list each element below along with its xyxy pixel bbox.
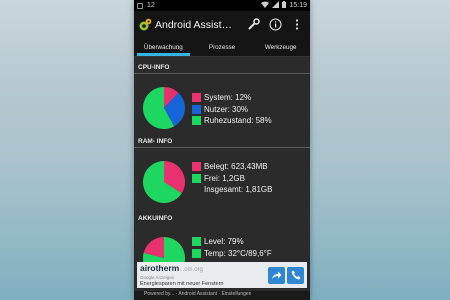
belegt-swatch (192, 162, 201, 172)
ad-open-button[interactable] (268, 266, 285, 284)
ad-brand: airotherm...om.org (140, 263, 203, 274)
clock: 15:19 (289, 2, 307, 9)
ram-info-header: RAM- INFO (134, 136, 310, 148)
legend-item-temp: Temp: 32°C/89,6°F (192, 248, 272, 260)
nutzer-swatch (192, 104, 201, 114)
tab-prozesse[interactable]: Prozesse (193, 38, 252, 56)
legend-item-ruhezustand: Ruhezustand: 58% (192, 115, 272, 127)
info-icon[interactable] (266, 16, 284, 34)
legend-item-system: System: 12% (192, 92, 272, 104)
frei-swatch (192, 173, 201, 183)
ram-info-section: Belegt: 623,43MB Frei: 1,2GB Insgesamt: … (134, 148, 310, 212)
action-bar: Android Assist… (134, 11, 310, 38)
phone-screen: 12 15:19 Android Assist… Überwachung Pro… (134, 0, 310, 300)
level-swatch (192, 237, 201, 247)
overflow-menu-icon[interactable] (288, 16, 306, 34)
cpu-legend: System: 12% Nutzer: 30% Ruhezustand: 58% (192, 92, 272, 127)
tab-werkzeuge[interactable]: Werkzeuge (251, 38, 310, 56)
wifi-icon (261, 1, 270, 10)
ram-legend: Belegt: 623,43MB Frei: 1,2GB Insgesamt: … (192, 161, 272, 196)
app-title: Android Assist… (155, 18, 233, 31)
system-swatch (192, 93, 201, 103)
ad-call-button[interactable] (287, 266, 304, 284)
wrench-icon[interactable] (244, 16, 262, 34)
ad-headline: Energiesparen mit neuer Fenstern (140, 281, 224, 287)
status-bar: 12 15:19 (134, 0, 310, 11)
legend-item-frei: Frei: 1,2GB (192, 173, 272, 185)
battery-icon (282, 1, 287, 10)
bottom-strip: Powered by... · Android Assistant · Eins… (134, 291, 310, 300)
ram-total: Insgesamt: 1,81GB (204, 185, 273, 195)
share-arrow-icon (272, 271, 282, 279)
ram-pie-chart (143, 161, 185, 203)
ad-banner[interactable]: airotherm...om.org Google Anzeigen Energ… (137, 262, 307, 288)
cpu-info-header: CPU-INFO (134, 62, 310, 74)
tab-ueberwachung[interactable]: Überwachung (134, 38, 193, 56)
akku-legend: Level: 79% Temp: 32°C/89,6°F (192, 236, 272, 259)
legend-item-nutzer: Nutzer: 30% (192, 104, 272, 116)
cpu-pie-chart (143, 87, 185, 129)
gear-icon[interactable] (138, 18, 152, 32)
notification-count: 12 (147, 2, 155, 9)
ruhezustand-swatch (192, 116, 201, 126)
akku-info-header: AKKUINFO (138, 214, 173, 222)
legend-item-belegt: Belegt: 623,43MB (192, 161, 272, 173)
phone-icon (291, 270, 300, 280)
cpu-info-section: System: 12% Nutzer: 30% Ruhezustand: 58% (134, 74, 310, 136)
tab-bar: Überwachung Prozesse Werkzeuge (134, 38, 310, 57)
temp-swatch (192, 248, 201, 258)
ad-text: airotherm...om.org Google Anzeigen Energ… (137, 262, 268, 288)
notification-icon (137, 2, 143, 9)
ad-actions (268, 262, 307, 288)
signal-icon (272, 1, 280, 10)
legend-item-level: Level: 79% (192, 236, 272, 248)
